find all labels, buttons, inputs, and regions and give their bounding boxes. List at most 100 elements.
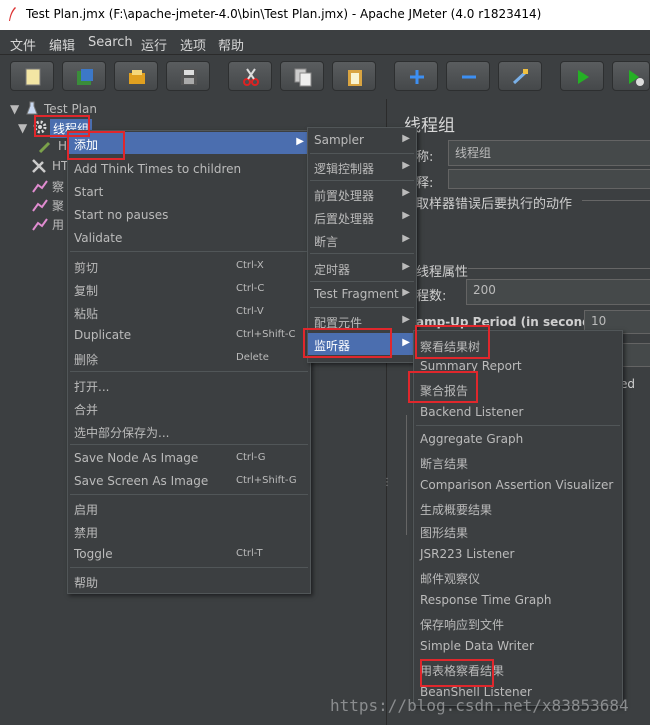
copy-icon	[294, 68, 312, 87]
listener-assertion-results[interactable]: 断言结果	[414, 451, 622, 473]
submenu-arrow-icon: ▶	[402, 187, 410, 198]
submenu-arrow-icon: ▶	[402, 210, 410, 221]
menu-open[interactable]: 打开...	[68, 374, 310, 396]
threads-label: 程数:	[416, 289, 447, 304]
separator	[310, 307, 414, 308]
separator	[70, 494, 308, 495]
separator	[416, 425, 620, 426]
menu-save-selection[interactable]: 选中部分保存为...	[68, 420, 310, 442]
annotation-box	[67, 131, 125, 160]
menu-edit[interactable]: 编辑	[49, 35, 75, 54]
new-icon	[25, 68, 41, 86]
tree-node-child[interactable]: 聚	[52, 197, 64, 214]
annotation-box	[408, 371, 478, 403]
listener-comparison-assertion[interactable]: Comparison Assertion Visualizer	[414, 474, 622, 496]
listener-summariser[interactable]: 生成概要结果	[414, 497, 622, 519]
submenu-timer[interactable]: 定时器 ▶	[308, 257, 416, 279]
tree-node-child[interactable]: H	[58, 139, 67, 153]
menu-start[interactable]: Start	[68, 181, 310, 203]
cut-button[interactable]	[228, 61, 272, 91]
separator	[310, 253, 414, 254]
save-button[interactable]	[166, 61, 210, 91]
open-button[interactable]	[114, 61, 158, 91]
menu-help[interactable]: 帮助	[218, 35, 244, 54]
new-button[interactable]	[10, 61, 54, 91]
listener-chart-icon	[32, 199, 48, 212]
submenu-post-processor[interactable]: 后置处理器 ▶	[308, 206, 416, 228]
menu-file[interactable]: 文件	[10, 35, 36, 54]
menu-duplicate[interactable]: Duplicate Ctrl+Shift-C	[68, 324, 310, 346]
menu-paste[interactable]: 粘贴 Ctrl-V	[68, 301, 310, 323]
menu-help[interactable]: 帮助	[68, 570, 310, 592]
menu-save-screen-image[interactable]: Save Screen As Image Ctrl+Shift-G	[68, 470, 310, 492]
listener-aggregate-graph[interactable]: Aggregate Graph	[414, 428, 622, 450]
templates-button[interactable]	[62, 61, 106, 91]
name-input[interactable]: 线程组	[448, 140, 650, 166]
menu-run[interactable]: 运行	[141, 35, 167, 54]
test-plan-icon	[26, 101, 38, 115]
listener-jsr223[interactable]: JSR223 Listener	[414, 543, 622, 565]
listener-mailer[interactable]: 邮件观察仪	[414, 566, 622, 588]
tree-expand-icon[interactable]: ▼	[18, 121, 27, 135]
tree-node-child[interactable]: 用	[52, 216, 64, 233]
menu-add-think-times[interactable]: Add Think Times to children	[68, 158, 310, 180]
tree-node-child[interactable]: 察	[52, 178, 64, 195]
paste-icon	[348, 70, 362, 86]
menu-copy[interactable]: 复制 Ctrl-C	[68, 278, 310, 300]
menu-enable[interactable]: 启用	[68, 497, 310, 519]
submenu-arrow-icon: ▶	[402, 160, 410, 171]
toggle-button[interactable]	[498, 61, 542, 91]
start-no-pause-button[interactable]	[612, 61, 650, 91]
submenu-assertion[interactable]: 断言 ▶	[308, 229, 416, 251]
menu-merge[interactable]: 合并	[68, 397, 310, 419]
menu-save-node-image[interactable]: Save Node As Image Ctrl-G	[68, 447, 310, 469]
listener-graph-results[interactable]: 图形结果	[414, 520, 622, 542]
thread-properties-section: 线程属性	[416, 265, 469, 280]
submenu-logic-controller[interactable]: 逻辑控制器 ▶	[308, 156, 416, 178]
listener-backend[interactable]: Backend Listener	[414, 401, 622, 423]
menu-delete[interactable]: 删除 Delete	[68, 347, 310, 369]
submenu-arrow-icon: ▶	[402, 261, 410, 272]
open-icon	[129, 70, 145, 84]
menu-validate[interactable]: Validate	[68, 227, 310, 249]
templates-icon	[77, 69, 93, 85]
start-button[interactable]	[560, 61, 604, 91]
annotation-box	[415, 325, 490, 359]
menu-search[interactable]: Search	[88, 35, 133, 50]
expand-icon	[410, 70, 424, 84]
menu-toggle[interactable]: Toggle Ctrl-T	[68, 543, 310, 565]
start-icon	[578, 70, 589, 84]
paste-button[interactable]	[332, 61, 376, 91]
submenu-sampler[interactable]: Sampler ▶	[308, 129, 416, 151]
tree-node-child[interactable]: HT	[52, 159, 68, 173]
submenu-arrow-icon: ▶	[402, 287, 410, 298]
collapse-button[interactable]	[446, 61, 490, 91]
tree-node-test-plan[interactable]: Test Plan	[44, 102, 97, 116]
submenu-test-fragment[interactable]: Test Fragment ▶	[308, 283, 416, 305]
save-icon	[181, 69, 197, 85]
splitter-handle[interactable]: ⋮	[382, 477, 392, 488]
listener-simple-data-writer[interactable]: Simple Data Writer	[414, 635, 622, 657]
separator	[70, 567, 308, 568]
menu-cut[interactable]: 剪切 Ctrl-X	[68, 255, 310, 277]
listener-response-time-graph[interactable]: Response Time Graph	[414, 589, 622, 611]
menu-start-no-pauses[interactable]: Start no pauses	[68, 204, 310, 226]
title-bar: Test Plan.jmx (F:\apache-jmeter-4.0\bin\…	[0, 0, 650, 30]
menu-options[interactable]: 选项	[180, 35, 206, 54]
tree-expand-icon[interactable]: ▼	[10, 102, 19, 116]
separator	[70, 444, 308, 445]
separator	[310, 180, 414, 181]
expand-button[interactable]	[394, 61, 438, 91]
submenu-pre-processor[interactable]: 前置处理器 ▶	[308, 183, 416, 205]
separator	[310, 281, 414, 282]
menu-disable[interactable]: 禁用	[68, 520, 310, 542]
threads-input[interactable]: 200	[466, 279, 650, 305]
menu-bar: 文件 编辑 Search 运行 选项 帮助	[0, 30, 650, 55]
submenu-arrow-icon: ▶	[402, 233, 410, 244]
listener-chart-icon	[32, 180, 48, 193]
submenu-arrow-icon: ▶	[402, 314, 410, 325]
submenu-arrow-icon: ▶	[402, 337, 410, 348]
copy-button[interactable]	[280, 61, 324, 91]
comment-input[interactable]	[448, 169, 650, 189]
listener-save-responses[interactable]: 保存响应到文件	[414, 612, 622, 634]
